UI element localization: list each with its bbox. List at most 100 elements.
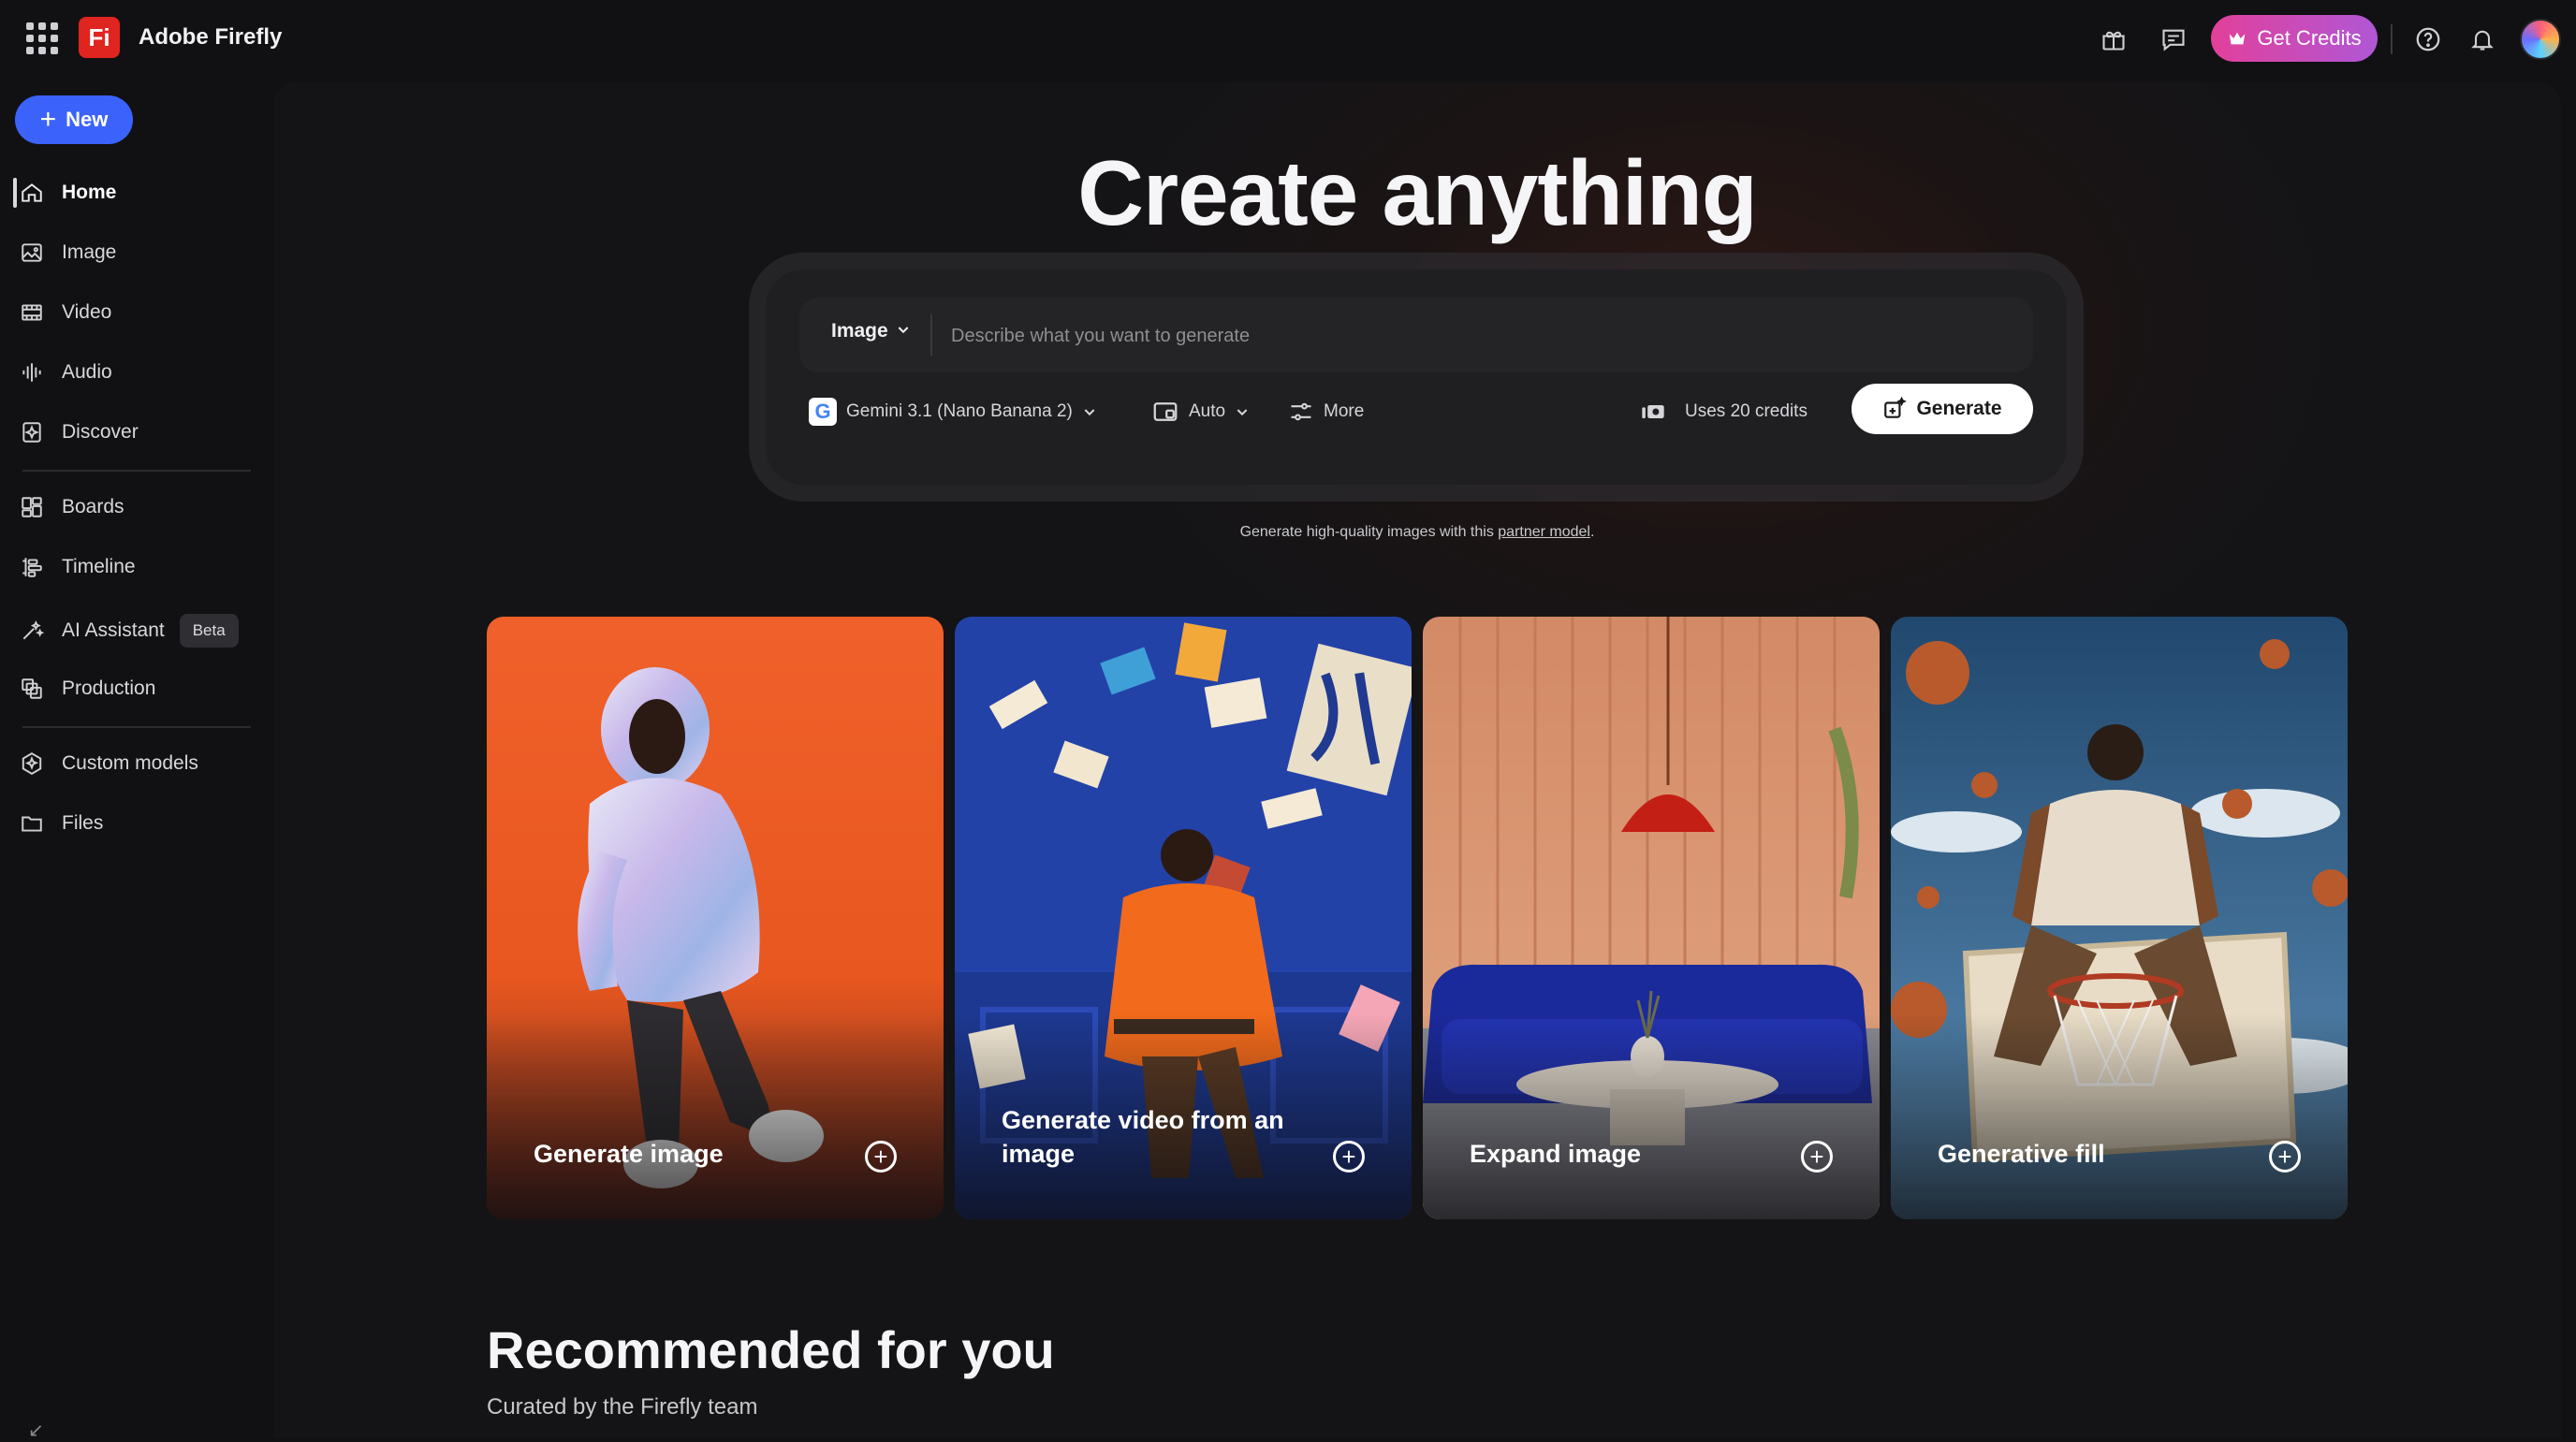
app-switcher-icon[interactable]: [26, 22, 58, 54]
card-title: Generate video from an image: [1002, 1106, 1284, 1168]
sidebar-item-label: Timeline: [62, 556, 136, 577]
section-title: Recommended for you: [487, 1320, 1055, 1379]
image-icon: [17, 238, 47, 268]
video-icon: [17, 298, 47, 328]
sidebar-item-label: Files: [62, 812, 104, 834]
card-title: Generate image: [534, 1140, 724, 1168]
home-icon: [17, 178, 47, 208]
ai-assistant-icon: [17, 616, 47, 646]
add-circle-icon[interactable]: +: [1333, 1141, 1365, 1173]
sidebar-item-boards[interactable]: Boards: [17, 483, 251, 532]
crown-icon: [2230, 32, 2246, 45]
chevron-down-icon: [1084, 409, 1095, 416]
card-shade: [487, 1013, 944, 1219]
sidebar-item-timeline[interactable]: Timeline: [17, 543, 251, 591]
partner-note-end: .: [1589, 524, 1595, 540]
prompt-bar: Image: [799, 298, 2033, 372]
discover-icon: [17, 417, 47, 447]
sidebar-item-home[interactable]: Home: [17, 168, 251, 217]
get-credits-button[interactable]: Get Credits: [2211, 15, 2378, 62]
sidebar-item-label: Home: [62, 182, 117, 203]
sidebar-item-ai-assistant[interactable]: AI Assistant Beta: [17, 606, 251, 655]
generate-icon: [1884, 397, 1908, 418]
generate-button[interactable]: Generate: [1852, 384, 2033, 434]
more-label: More: [1324, 401, 1365, 421]
new-button[interactable]: + New: [15, 95, 133, 144]
model-selector[interactable]: G Gemini 3.1 (Nano Banana 2): [809, 393, 1097, 430]
add-circle-icon[interactable]: +: [865, 1141, 897, 1173]
card-shade: [1423, 1013, 1880, 1219]
collapse-sidebar-icon[interactable]: ↙: [28, 1419, 44, 1442]
card-generate-video-from-image[interactable]: Generate video from an image +: [955, 617, 1412, 1219]
card-title: Expand image: [1470, 1140, 1642, 1168]
custom-models-icon: [17, 749, 47, 779]
aspect-ratio-icon: [1153, 402, 1178, 421]
type-dropdown[interactable]: Image: [831, 320, 911, 342]
plus-icon: +: [39, 104, 57, 135]
prompt-input[interactable]: [949, 314, 1983, 357]
sidebar-item-label: Boards: [62, 496, 124, 517]
sidebar-item-label: Production: [62, 677, 156, 699]
section-subtitle: Curated by the Firefly team: [487, 1394, 758, 1420]
new-label: New: [66, 108, 109, 131]
card-expand-image[interactable]: Expand image +: [1423, 617, 1880, 1219]
aspect-label: Auto: [1189, 401, 1226, 421]
topbar-divider: [2391, 24, 2393, 54]
credits-info: Uses 20 credits: [1640, 393, 1808, 430]
prompt-divider: [930, 314, 932, 356]
add-circle-icon[interactable]: +: [1801, 1141, 1833, 1173]
sidebar-item-label: Custom models: [62, 752, 198, 774]
type-label: Image: [831, 320, 888, 342]
chevron-down-icon: [1237, 409, 1248, 416]
card-generate-image[interactable]: Generate image +: [487, 617, 944, 1219]
bell-icon[interactable]: [2464, 21, 2501, 58]
sidebar-item-production[interactable]: Production: [17, 664, 251, 713]
sidebar-item-files[interactable]: Files: [17, 799, 251, 848]
sidebar-item-discover[interactable]: Discover: [17, 408, 251, 457]
folder-icon: [17, 808, 47, 838]
app-title[interactable]: Adobe Firefly: [139, 24, 282, 51]
credits-icon: [1642, 405, 1664, 418]
generate-label: Generate: [1916, 398, 2002, 419]
sidebar-item-label: Image: [62, 241, 117, 263]
production-icon: [17, 674, 47, 704]
timeline-icon: [17, 552, 47, 582]
sidebar-item-image[interactable]: Image: [17, 228, 251, 277]
partner-model-link[interactable]: partner model: [1498, 524, 1590, 540]
card-generative-fill[interactable]: Generative fill +: [1891, 617, 2348, 1219]
audio-icon: [17, 357, 47, 387]
model-label: Gemini 3.1 (Nano Banana 2): [846, 401, 1073, 421]
prompt-card: Image G Gemini 3.1 (Nano Banana 2) Auto …: [766, 269, 2067, 485]
feedback-icon[interactable]: [2155, 21, 2192, 58]
sidebar-item-label: AI Assistant: [62, 619, 165, 641]
user-avatar[interactable]: [2520, 19, 2561, 60]
get-credits-label: Get Credits: [2257, 26, 2362, 50]
page-title: Create anything: [1077, 141, 1758, 244]
partner-note-text: Generate high-quality images with this: [1239, 524, 1494, 540]
boards-icon: [17, 492, 47, 522]
sidebar-divider: [22, 470, 251, 472]
sidebar-item-label: Video: [62, 301, 112, 323]
partner-note: Generate high-quality images with this p…: [273, 524, 2561, 541]
beta-badge: Beta: [179, 614, 239, 648]
gift-icon[interactable]: [2095, 21, 2132, 58]
sidebar-item-label: Audio: [62, 361, 112, 383]
google-logo-icon: G: [809, 398, 837, 426]
aspect-selector[interactable]: Auto: [1151, 393, 1250, 430]
more-settings-button[interactable]: More: [1288, 393, 1364, 430]
top-bar: Fi Adobe Firefly Get Credits: [0, 0, 2576, 79]
card-title: Generative fill: [1938, 1140, 2105, 1168]
sidebar-item-audio[interactable]: Audio: [17, 348, 251, 397]
credits-label: Uses 20 credits: [1685, 401, 1808, 421]
main-panel: Create anything Image G Gemini 3.1 (Nano…: [273, 82, 2561, 1437]
card-shade: [1891, 1013, 2348, 1219]
help-icon[interactable]: [2409, 21, 2447, 58]
sidebar-divider: [22, 726, 251, 728]
sidebar-item-label: Discover: [62, 421, 139, 443]
sidebar-item-video[interactable]: Video: [17, 288, 251, 337]
add-circle-icon[interactable]: +: [2269, 1141, 2301, 1173]
firefly-logo[interactable]: Fi: [79, 17, 120, 58]
sliders-icon: [1291, 402, 1311, 421]
chevron-down-icon: [896, 320, 911, 342]
sidebar-item-custom-models[interactable]: Custom models: [17, 739, 251, 788]
